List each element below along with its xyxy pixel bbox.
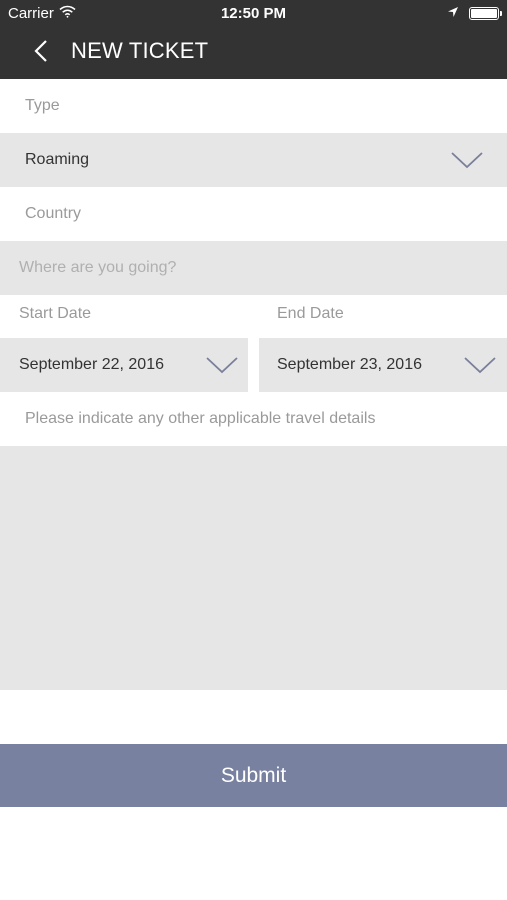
end-date-picker[interactable]: September 23, 2016 <box>259 338 507 392</box>
app-header: Carrier 12:50 PM NEW TICKET <box>0 0 507 79</box>
submit-button[interactable]: Submit <box>0 744 507 807</box>
country-label: Country <box>25 205 82 222</box>
end-date-value: September 23, 2016 <box>277 356 422 373</box>
end-date-label: End Date <box>277 305 344 322</box>
details-label: Please indicate any other applicable tra… <box>25 410 376 427</box>
status-bar: Carrier 12:50 PM <box>0 0 507 28</box>
country-label-row: Country <box>0 187 507 241</box>
start-date-value: September 22, 2016 <box>19 356 164 373</box>
type-label: Type <box>25 97 60 114</box>
location-arrow-icon <box>447 5 459 22</box>
chevron-down-icon <box>206 357 238 374</box>
battery-icon <box>469 7 502 20</box>
start-date-label: Start Date <box>19 305 92 322</box>
details-label-row: Please indicate any other applicable tra… <box>0 392 507 446</box>
chevron-down-icon <box>451 152 483 169</box>
type-select[interactable]: Roaming <box>0 133 507 187</box>
country-placeholder: Where are you going? <box>19 259 177 276</box>
type-value: Roaming <box>25 151 90 168</box>
chevron-left-icon <box>34 40 47 62</box>
travel-details-textarea[interactable] <box>0 446 507 690</box>
type-label-row: Type <box>0 79 507 133</box>
back-button[interactable] <box>26 36 56 66</box>
status-icons <box>447 5 502 22</box>
country-input[interactable]: Where are you going? <box>0 241 507 295</box>
page-title: NEW TICKET <box>71 38 209 63</box>
clock: 12:50 PM <box>220 5 287 22</box>
navigation-bar: NEW TICKET <box>0 30 507 70</box>
start-date-picker[interactable]: September 22, 2016 <box>0 338 248 392</box>
chevron-down-icon <box>464 357 496 374</box>
